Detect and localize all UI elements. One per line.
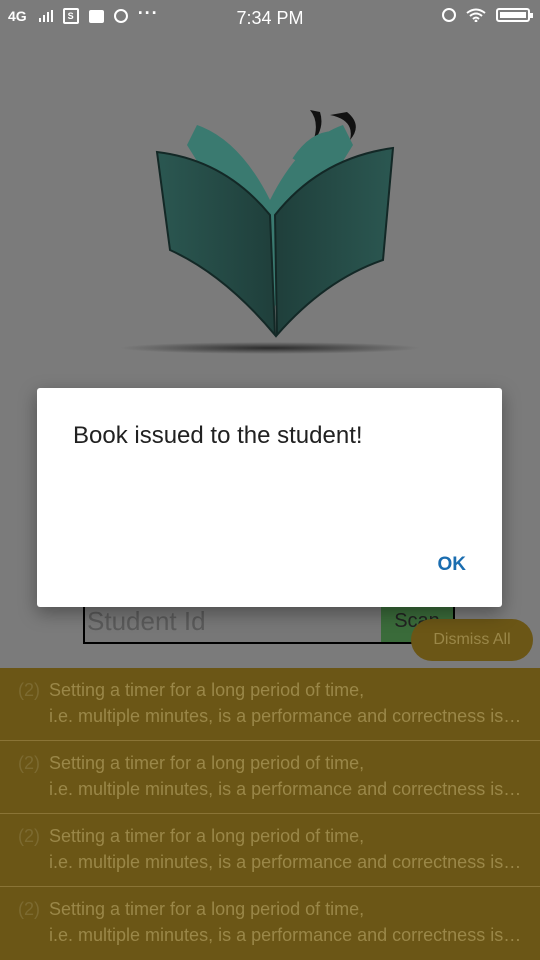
battery-icon — [496, 8, 533, 22]
dialog-message: Book issued to the student! — [73, 422, 363, 449]
notification-line1: Setting a timer for a long period of tim… — [49, 680, 365, 700]
notification-line1: Setting a timer for a long period of tim… — [49, 826, 365, 846]
notification-line2: i.e. multiple minutes, is a performance … — [49, 706, 524, 726]
notification-line2: i.e. multiple minutes, is a performance … — [49, 779, 524, 799]
notification-count: (2) — [18, 899, 40, 919]
notification-count: (2) — [18, 826, 40, 846]
notification-count: (2) — [18, 753, 40, 773]
status-bar: 4G S ··· 7:34 PM — [0, 0, 540, 36]
notification-count: (2) — [18, 680, 40, 700]
notifications-panel: (2) Setting a timer for a long period of… — [0, 668, 540, 960]
notification-item[interactable]: (2) Setting a timer for a long period of… — [0, 668, 540, 741]
notification-item[interactable]: (2) Setting a timer for a long period of… — [0, 741, 540, 814]
notification-line2: i.e. multiple minutes, is a performance … — [49, 852, 524, 872]
alert-dialog: Book issued to the student! OK — [37, 388, 502, 607]
notification-line1: Setting a timer for a long period of tim… — [49, 753, 365, 773]
dismiss-all-button[interactable]: Dismiss All — [411, 619, 533, 661]
ok-button[interactable]: OK — [438, 554, 467, 576]
alarm-icon — [442, 8, 456, 22]
wifi-icon — [466, 8, 486, 22]
notification-item[interactable]: (2) Setting a timer for a long period of… — [0, 814, 540, 887]
status-bar-right — [442, 8, 533, 22]
notification-item[interactable]: (2) Setting a timer for a long period of… — [0, 887, 540, 960]
notification-line2: i.e. multiple minutes, is a performance … — [49, 925, 524, 945]
notification-line1: Setting a timer for a long period of tim… — [49, 899, 365, 919]
book-logo — [120, 110, 420, 354]
